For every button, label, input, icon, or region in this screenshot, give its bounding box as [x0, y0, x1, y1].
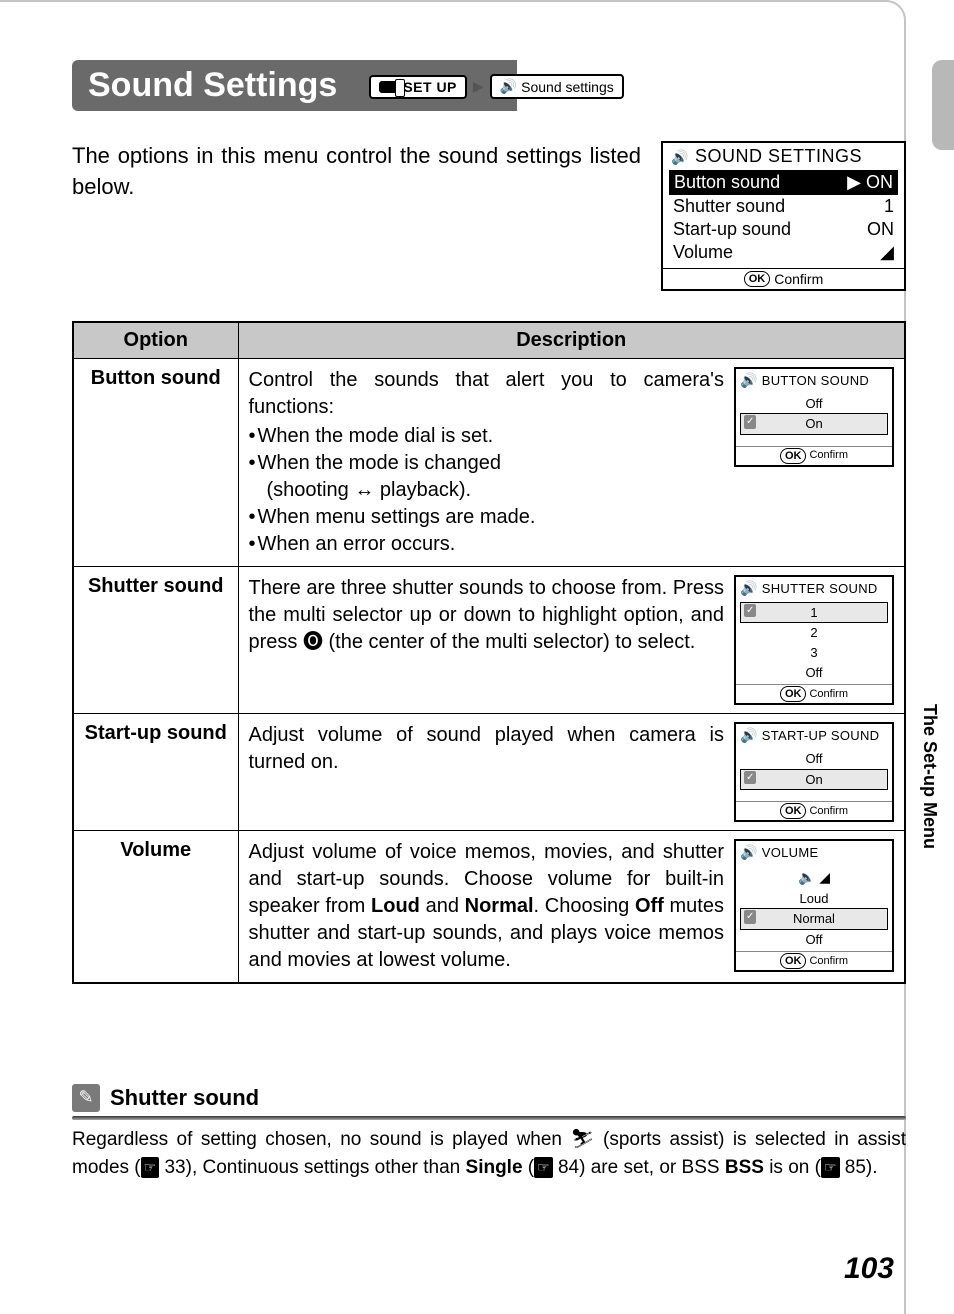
- menu-value: 1: [884, 196, 894, 217]
- table-row: Shutter sound There are three shutter so…: [73, 567, 905, 714]
- ok-icon: OK: [780, 953, 807, 969]
- menu-row-button-sound: Button sound ▶ ON: [669, 170, 898, 195]
- speaker-icon: [740, 371, 758, 390]
- menu-label: Button sound: [674, 172, 780, 193]
- mode-switch-icon: [379, 81, 399, 93]
- note-text: Regardless of setting chosen, no sound i…: [72, 1126, 906, 1181]
- menu-label: Start-up sound: [673, 219, 791, 240]
- intro-text: The options in this menu control the sou…: [72, 141, 641, 203]
- menu-value: ON: [866, 172, 893, 192]
- table-row: Button sound Control the sounds that ale…: [73, 359, 905, 567]
- breadcrumb-sound-label: Sound settings: [521, 79, 614, 95]
- chevron-right-icon: ▶: [473, 78, 484, 95]
- option-name: Shutter sound: [73, 567, 238, 714]
- speaker-icon: [740, 726, 758, 745]
- note-block: ✎ Shutter sound Regardless of setting ch…: [72, 1084, 906, 1181]
- breadcrumb: SET UP ▶ Sound settings: [369, 74, 623, 99]
- speaker-icon: [671, 146, 689, 167]
- breadcrumb-sound: Sound settings: [490, 74, 624, 99]
- note-icon: ✎: [72, 1084, 100, 1112]
- ok-icon: OK: [744, 271, 771, 287]
- volume-level-icon: 🔈 ◢: [740, 866, 888, 889]
- sound-settings-screen: SOUND SETTINGS Button sound ▶ ON Shutter…: [661, 141, 906, 291]
- screen-title: SOUND SETTINGS: [695, 146, 862, 167]
- note-title: Shutter sound: [110, 1085, 259, 1111]
- col-option: Option: [73, 322, 238, 359]
- options-table: Option Description Button sound Control …: [72, 321, 906, 984]
- option-description: There are three shutter sounds to choose…: [249, 575, 725, 656]
- menu-label: Volume: [673, 242, 733, 263]
- option-description: Adjust volume of sound played when camer…: [249, 722, 725, 776]
- menu-row-shutter-sound: Shutter sound 1: [669, 195, 898, 218]
- speaker-icon: [500, 78, 517, 95]
- ok-icon: OK: [780, 448, 807, 464]
- table-row: Start-up sound Adjust volume of sound pl…: [73, 714, 905, 831]
- confirm-label: Confirm: [774, 271, 823, 287]
- breadcrumb-setup-label: SET UP: [403, 79, 457, 95]
- option-name: Volume: [73, 830, 238, 983]
- ok-icon: OK: [780, 803, 807, 819]
- menu-label: Shutter sound: [673, 196, 785, 217]
- col-description: Description: [238, 322, 905, 359]
- shutter-sound-screen: SHUTTER SOUND 1 2 3 Off OKConfirm: [734, 575, 894, 705]
- option-description: Control the sounds that alert you to cam…: [249, 367, 725, 558]
- menu-value: ON: [867, 219, 894, 240]
- menu-row-startup-sound: Start-up sound ON: [669, 218, 898, 241]
- volume-screen: VOLUME 🔈 ◢ Loud Normal Off OKConfirm: [734, 839, 894, 972]
- volume-level-icon: ◢: [880, 242, 894, 263]
- table-row: Volume Adjust volume of voice memos, mov…: [73, 830, 905, 983]
- option-name: Start-up sound: [73, 714, 238, 831]
- speaker-icon: [740, 579, 758, 598]
- menu-row-volume: Volume ◢: [669, 241, 898, 264]
- option-description: Adjust volume of voice memos, movies, an…: [249, 839, 725, 974]
- ok-icon: OK: [780, 686, 807, 702]
- option-name: Button sound: [73, 359, 238, 567]
- button-sound-screen: BUTTON SOUND Off On OKConfirm: [734, 367, 894, 467]
- page-number: 103: [844, 1252, 894, 1286]
- speaker-icon: [740, 843, 758, 862]
- breadcrumb-setup: SET UP: [369, 75, 467, 99]
- startup-sound-screen: START-UP SOUND Off On OKConfirm: [734, 722, 894, 822]
